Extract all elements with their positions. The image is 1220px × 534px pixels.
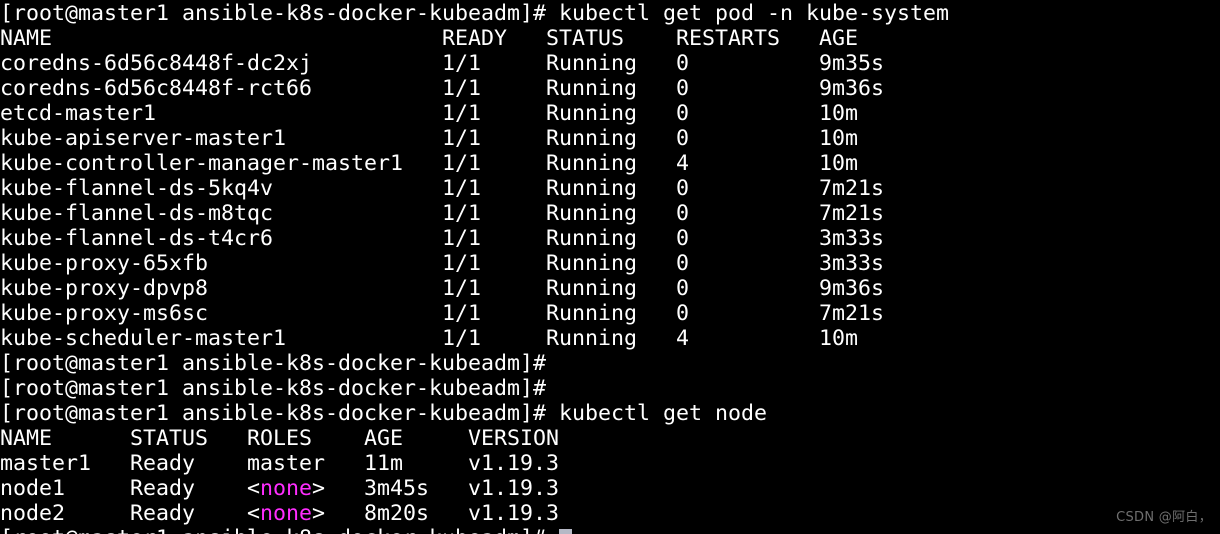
line-node-header: NAME STATUS ROLES AGE VERSION [0,426,1220,451]
line-pod-5: kube-controller-manager-master1 1/1 Runn… [0,151,1220,176]
line-text: [root@master1 ansible-k8s-docker-kubeadm… [0,401,767,426]
line-pod-9: kube-proxy-65xfb 1/1 Running 0 3m33s [0,251,1220,276]
line-text: master1 Ready master 11m v1.19.3 [0,451,559,476]
line-text: [root@master1 ansible-k8s-docker-kubeadm… [0,376,546,401]
line-suffix: > 3m45s v1.19.3 [312,476,559,501]
roles-none-value: none [260,476,312,501]
text-cursor [559,529,572,534]
line-suffix: > 8m20s v1.19.3 [312,501,559,526]
line-text: coredns-6d56c8448f-dc2xj 1/1 Running 0 9… [0,51,884,76]
line-text: [root@master1 ansible-k8s-docker-kubeadm… [0,351,546,376]
line-prefix: node1 Ready < [0,476,260,501]
line-text: etcd-master1 1/1 Running 0 10m [0,101,858,126]
line-pod-header: NAME READY STATUS RESTARTS AGE [0,26,1220,51]
terminal-window[interactable]: [root@master1 ansible-k8s-docker-kubeadm… [0,0,1220,534]
line-prompt-3: [root@master1 ansible-k8s-docker-kubeadm… [0,376,1220,401]
roles-none-value: none [260,501,312,526]
line-text: kube-flannel-ds-5kq4v 1/1 Running 0 7m21… [0,176,884,201]
line-prompt-1: [root@master1 ansible-k8s-docker-kubeadm… [0,0,1220,26]
line-text: kube-flannel-ds-t4cr6 1/1 Running 0 3m33… [0,226,884,251]
line-text: NAME STATUS ROLES AGE VERSION [0,426,559,451]
line-node-3: node2 Ready <none> 8m20s v1.19.3 [0,501,1220,526]
line-text: [root@master1 ansible-k8s-docker-kubeadm… [0,526,559,534]
line-pod-8: kube-flannel-ds-t4cr6 1/1 Running 0 3m33… [0,226,1220,251]
terminal-output[interactable]: [root@master1 ansible-k8s-docker-kubeadm… [0,0,1220,534]
line-pod-2: coredns-6d56c8448f-rct66 1/1 Running 0 9… [0,76,1220,101]
line-node-1: master1 Ready master 11m v1.19.3 [0,451,1220,476]
line-text: kube-flannel-ds-m8tqc 1/1 Running 0 7m21… [0,201,884,226]
line-pod-3: etcd-master1 1/1 Running 0 10m [0,101,1220,126]
line-prompt-5: [root@master1 ansible-k8s-docker-kubeadm… [0,526,1220,534]
line-prompt-2: [root@master1 ansible-k8s-docker-kubeadm… [0,351,1220,376]
line-text: NAME READY STATUS RESTARTS AGE [0,26,858,51]
line-text: coredns-6d56c8448f-rct66 1/1 Running 0 9… [0,76,884,101]
line-prompt-4: [root@master1 ansible-k8s-docker-kubeadm… [0,401,1220,426]
line-pod-10: kube-proxy-dpvp8 1/1 Running 0 9m36s [0,276,1220,301]
line-text: kube-proxy-65xfb 1/1 Running 0 3m33s [0,251,884,276]
line-pod-4: kube-apiserver-master1 1/1 Running 0 10m [0,126,1220,151]
line-pod-7: kube-flannel-ds-m8tqc 1/1 Running 0 7m21… [0,201,1220,226]
line-text: kube-controller-manager-master1 1/1 Runn… [0,151,858,176]
line-text: kube-proxy-ms6sc 1/1 Running 0 7m21s [0,301,884,326]
line-pod-6: kube-flannel-ds-5kq4v 1/1 Running 0 7m21… [0,176,1220,201]
line-text: kube-scheduler-master1 1/1 Running 4 10m [0,326,858,351]
line-node-2: node1 Ready <none> 3m45s v1.19.3 [0,476,1220,501]
line-pod-12: kube-scheduler-master1 1/1 Running 4 10m [0,326,1220,351]
line-pod-11: kube-proxy-ms6sc 1/1 Running 0 7m21s [0,301,1220,326]
line-text: kube-proxy-dpvp8 1/1 Running 0 9m36s [0,276,884,301]
line-text: [root@master1 ansible-k8s-docker-kubeadm… [0,1,949,26]
line-pod-1: coredns-6d56c8448f-dc2xj 1/1 Running 0 9… [0,51,1220,76]
line-text: kube-apiserver-master1 1/1 Running 0 10m [0,126,858,151]
line-prefix: node2 Ready < [0,501,260,526]
